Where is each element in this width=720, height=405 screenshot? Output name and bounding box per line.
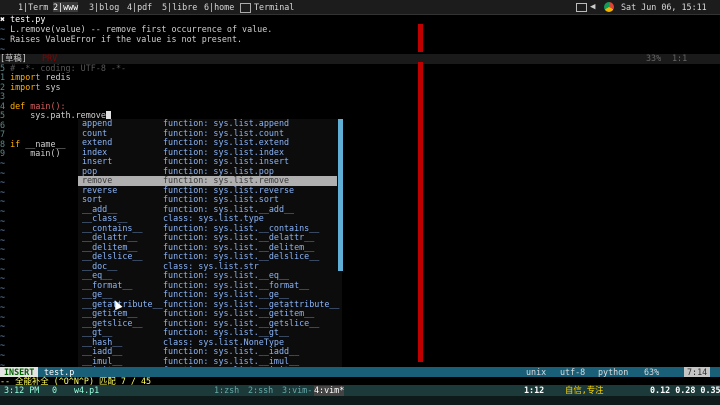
tmux-window-3[interactable]: 3:vim- — [282, 385, 312, 396]
volume-icon[interactable]: ◀ — [590, 2, 595, 12]
tmux-index: 0 — [52, 385, 58, 395]
tmux-window-1[interactable]: 1:zsh — [214, 385, 239, 396]
percent: 63% — [644, 367, 660, 377]
tmux-time: 3:12 PM — [4, 385, 40, 395]
workspace-4[interactable]: 4|pdf — [127, 2, 152, 12]
completion-popup[interactable]: append function: sys.list.append count func… — [78, 119, 342, 367]
cursor-position: 7:14 — [684, 367, 711, 377]
popup-scrollbar[interactable] — [338, 119, 343, 271]
workspace-6[interactable]: 6|home — [204, 2, 234, 12]
tmux-bottom-border — [0, 396, 720, 405]
tmux-position: 1:12 — [524, 385, 545, 395]
file-encoding: utf-8 — [560, 367, 586, 377]
tmux-load: 0.12 0.28 0.35 — [650, 385, 720, 395]
clock: Sat Jun 06, 15:11 — [621, 2, 707, 12]
display-icon[interactable] — [576, 3, 587, 12]
tmux-session: w4.p1 — [74, 385, 100, 395]
workspace-5[interactable]: 5|libre — [162, 2, 197, 12]
window-title[interactable]: Terminal — [254, 2, 294, 12]
doc-line-2: ~ Raises ValueError if the value is not … — [0, 34, 243, 44]
color-column — [418, 62, 423, 362]
tmux-statusbar: 3:12 PM 0 w4.p1 1:zsh 2:ssh 3:vim- 4:vim… — [0, 385, 720, 396]
file-format: unix — [526, 367, 547, 377]
x-icon: ✖ — [0, 14, 11, 24]
workspace-3[interactable]: 3|blog — [89, 2, 119, 12]
code-line[interactable]: 9 main() — [0, 148, 61, 159]
tmux-window-4[interactable]: 4:vim* — [314, 385, 345, 396]
file-type: python — [598, 367, 629, 377]
code-line[interactable]: 2 import sys — [0, 82, 61, 93]
workspace-1[interactable]: 1|Term — [18, 2, 48, 12]
workspace-2[interactable]: 2|www — [53, 2, 79, 12]
tmux-window-2[interactable]: 2:ssh — [248, 385, 273, 396]
top-panel: 1|Term 2|www 3|blog 4|pdf 5|libre 6|home… — [0, 0, 720, 15]
tmux-motto: 自信,专注 — [565, 385, 604, 395]
color-column — [418, 24, 423, 52]
chrome-icon[interactable] — [604, 2, 614, 12]
terminal-icon — [240, 3, 251, 13]
